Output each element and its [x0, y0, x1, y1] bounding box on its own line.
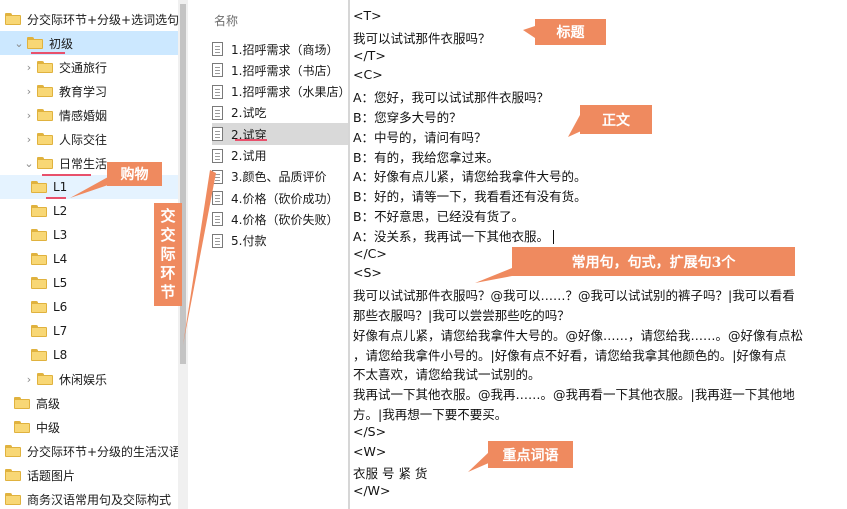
l1-underline [46, 197, 66, 199]
title-callout-pointer [523, 26, 535, 38]
richangshenghuo-underline [42, 174, 91, 176]
sentences-annotation: 常用句，句式，扩展句3个 [512, 247, 795, 276]
body-annotation: 正文 [580, 105, 652, 134]
keywords-annotation: 重点词语 [488, 441, 573, 468]
stage-callout-pointer [183, 170, 216, 345]
chuji-underline [31, 52, 65, 54]
shichuan-underline [235, 139, 267, 141]
sentences-callout-pointer [475, 268, 512, 283]
shopping-annotation: 购物 [107, 162, 162, 186]
title-annotation: 标题 [535, 19, 606, 45]
stage-annotation: 交交际环节 [154, 203, 182, 306]
shopping-callout-pointer [70, 177, 108, 198]
